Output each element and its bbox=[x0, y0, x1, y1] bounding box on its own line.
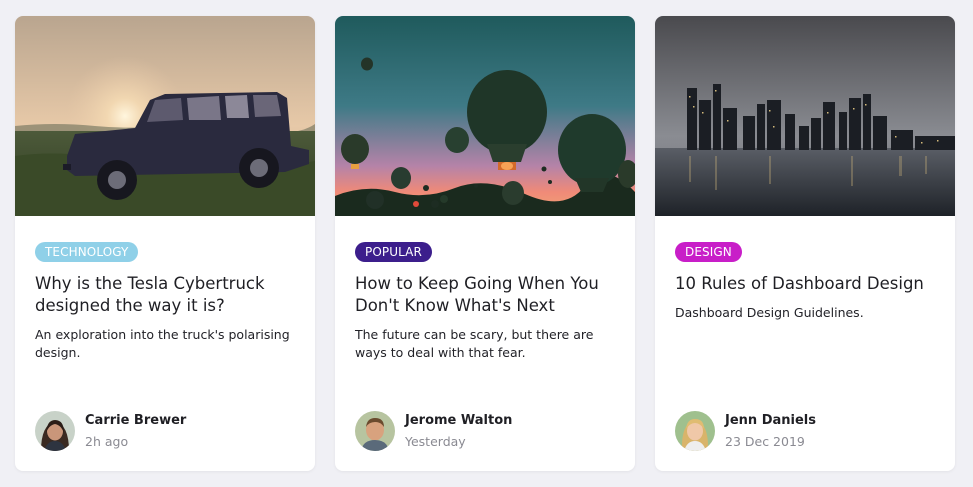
card-grid: TECHNOLOGY Why is the Tesla Cybertruck d… bbox=[15, 16, 955, 471]
card-author: Jerome Walton Yesterday bbox=[355, 411, 512, 451]
author-info: Carrie Brewer 2h ago bbox=[85, 412, 186, 451]
card-title[interactable]: Why is the Tesla Cybertruck designed the… bbox=[35, 273, 295, 317]
card-description: Dashboard Design Guidelines. bbox=[675, 305, 864, 320]
avatar[interactable] bbox=[35, 411, 75, 451]
category-tag[interactable]: TECHNOLOGY bbox=[35, 242, 139, 262]
post-time: 2h ago bbox=[85, 433, 129, 449]
avatar[interactable] bbox=[355, 411, 395, 451]
article-card[interactable]: TECHNOLOGY Why is the Tesla Cybertruck d… bbox=[15, 16, 315, 471]
avatar[interactable] bbox=[675, 411, 715, 451]
author-name[interactable]: Jenn Daniels bbox=[725, 412, 816, 430]
post-time: Yesterday bbox=[405, 433, 466, 449]
post-time: 23 Dec 2019 bbox=[725, 433, 805, 449]
author-info: Jenn Daniels 23 Dec 2019 bbox=[725, 412, 816, 451]
article-card[interactable]: POPULAR How to Keep Going When You Don't… bbox=[335, 16, 635, 471]
card-title[interactable]: How to Keep Going When You Don't Know Wh… bbox=[355, 273, 615, 317]
category-tag[interactable]: POPULAR bbox=[355, 242, 432, 262]
card-author: Carrie Brewer 2h ago bbox=[35, 411, 186, 451]
category-tag[interactable]: DESIGN bbox=[675, 242, 742, 262]
author-info: Jerome Walton Yesterday bbox=[405, 412, 512, 451]
card-image-jeep[interactable] bbox=[15, 16, 315, 216]
card-description: An exploration into the truck's polarisi… bbox=[35, 327, 290, 360]
author-name[interactable]: Carrie Brewer bbox=[85, 412, 186, 430]
article-card[interactable]: DESIGN 10 Rules of Dashboard Design Dash… bbox=[655, 16, 955, 471]
card-image-balloons[interactable] bbox=[335, 16, 635, 216]
card-image-skyline[interactable] bbox=[655, 16, 955, 216]
card-title[interactable]: 10 Rules of Dashboard Design bbox=[675, 273, 935, 295]
card-author: Jenn Daniels 23 Dec 2019 bbox=[675, 411, 816, 451]
author-name[interactable]: Jerome Walton bbox=[405, 412, 512, 430]
card-description: The future can be scary, but there are w… bbox=[355, 327, 594, 360]
